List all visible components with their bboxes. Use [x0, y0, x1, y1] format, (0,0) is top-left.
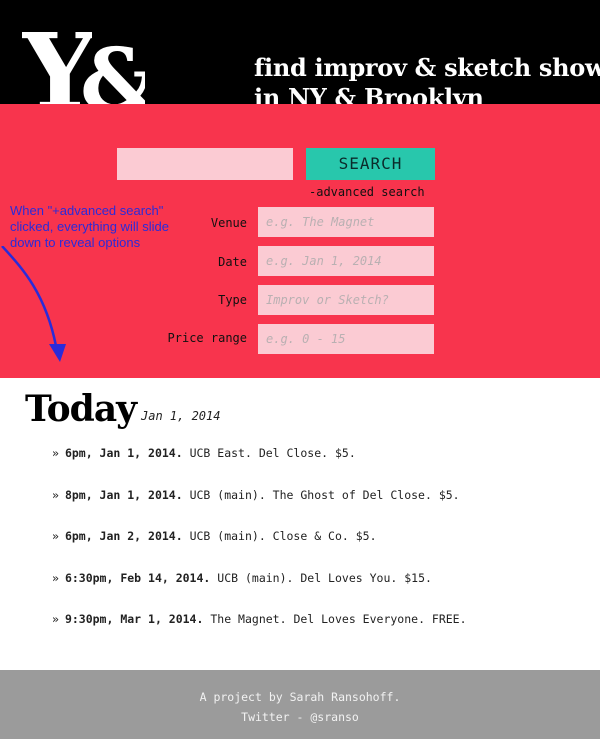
list-item[interactable]: » 6:30pm, Feb 14, 2014. UCB (main). Del L…: [52, 571, 467, 613]
search-section: SEARCH -advanced search Venue Date Type …: [0, 104, 600, 378]
type-label: Type: [218, 293, 247, 307]
show-time: 6pm, Jan 1, 2014.: [64, 446, 183, 460]
date-input[interactable]: [258, 246, 434, 276]
search-button[interactable]: SEARCH: [306, 148, 435, 180]
bullet-icon: »: [52, 446, 59, 460]
site-footer: A project by Sarah Ransohoff. Twitter - …: [0, 670, 600, 739]
date-label: Date: [218, 255, 247, 269]
show-time: 6pm, Jan 2, 2014.: [64, 529, 183, 543]
bullet-icon: »: [52, 529, 59, 543]
advanced-search-link[interactable]: -advanced search: [309, 185, 425, 199]
annotation-arrow-icon: [1, 246, 66, 362]
today-heading: Today: [25, 388, 137, 430]
show-time: 6:30pm, Feb 14, 2014.: [64, 570, 211, 585]
bullet-icon: »: [52, 487, 59, 502]
list-item[interactable]: » 6pm, Jan 1, 2014. UCB East. Del Close. …: [52, 446, 467, 488]
today-date: Jan 1, 2014: [141, 409, 221, 423]
show-details: UCB (main). The Ghost of Del Close. $5.: [189, 487, 460, 502]
show-details: UCB (main). Close & Co. $5.: [189, 529, 377, 543]
bullet-icon: »: [52, 612, 59, 626]
site-header: Y & & find improv & sketch shows in NY &…: [0, 0, 600, 131]
venue-input[interactable]: [258, 207, 434, 237]
price-range-label: Price range: [167, 331, 247, 345]
show-time: 8pm, Jan 1, 2014.: [64, 487, 183, 502]
footer-credit: A project by Sarah Ransohoff.: [199, 690, 401, 704]
list-item[interactable]: » 6pm, Jan 2, 2014. UCB (main). Close & C…: [52, 529, 467, 571]
type-input[interactable]: [258, 285, 434, 315]
show-time: 9:30pm, Mar 1, 2014.: [64, 612, 204, 626]
tagline-line-1: find improv & sketch shows: [254, 53, 600, 82]
list-item[interactable]: » 9:30pm, Mar 1, 2014. The Magnet. Del Lo…: [52, 612, 467, 654]
design-annotation: When "+advanced search" clicked, everyth…: [10, 203, 169, 250]
search-input[interactable]: [117, 148, 293, 180]
price-range-input[interactable]: [258, 324, 434, 354]
list-item[interactable]: » 8pm, Jan 1, 2014. UCB (main). The Ghost…: [52, 488, 467, 530]
show-details: UCB East. Del Close. $5.: [189, 446, 356, 460]
show-details: The Magnet. Del Loves Everyone. FREE.: [210, 612, 467, 626]
bullet-icon: »: [52, 570, 59, 585]
footer-twitter-link[interactable]: Twitter - @sranso: [0, 710, 600, 724]
show-list: » 6pm, Jan 1, 2014. UCB East. Del Close. …: [52, 446, 467, 654]
show-details: UCB (main). Del Loves You. $15.: [217, 570, 432, 585]
